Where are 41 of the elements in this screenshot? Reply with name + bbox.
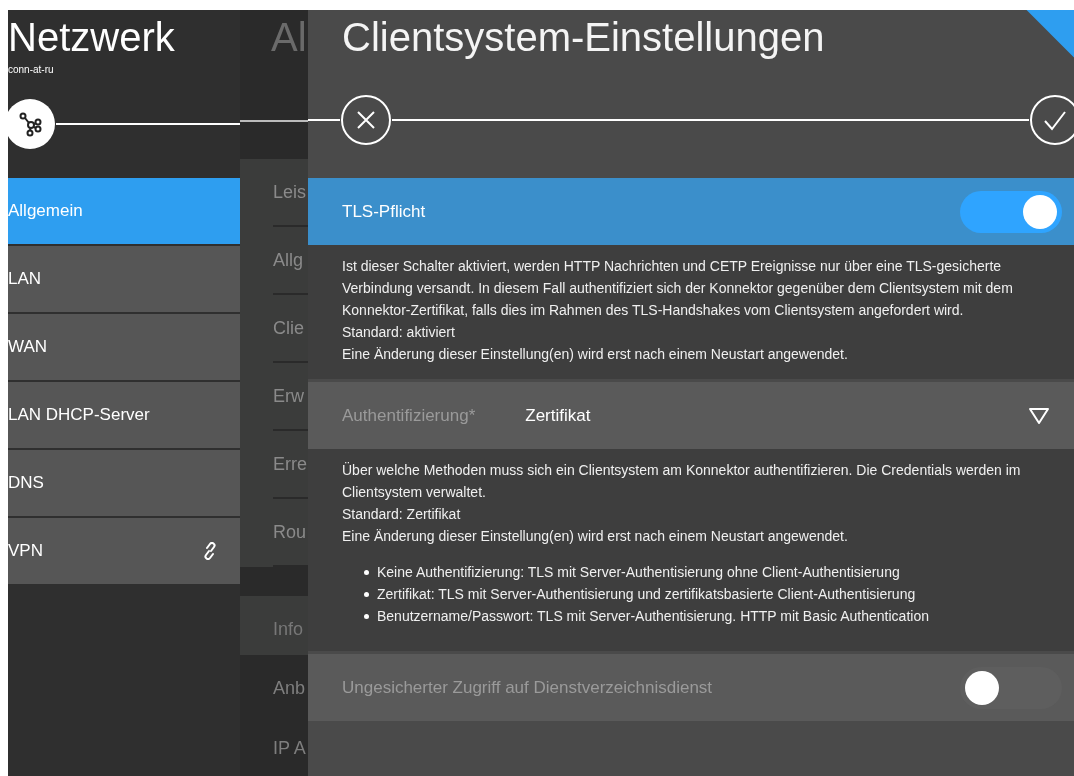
setting-row[interactable]: Ungesicherter Zugriff auf Dienstverzeichnisdienst [308,654,1074,721]
description-text: Standard: Zertifikat [342,505,462,524]
setting-label: Authentifizierung* [342,405,476,426]
nav-label: LAN DHCP-Server [8,405,150,425]
info-tab[interactable]: Info [240,595,308,655]
bullet-text: Keine Authentifizierung: TLS mit Server-Authentisierung ohne Client-Authentisierung [377,563,900,582]
nav-item[interactable]: Allgemein [8,178,240,246]
nav-label: VPN [8,541,43,561]
dialog-title: Clientsystem-Einstellungen [342,14,825,61]
bullet-dot [364,569,369,575]
confirm-icon[interactable] [1029,94,1074,146]
nav-label: LAN [8,269,42,289]
nav-item[interactable]: VPN [8,518,240,586]
nav-item[interactable]: LAN DHCP-Server [8,382,240,450]
nav-label: DNS [8,473,44,493]
page-title: Netzwerk [8,14,176,61]
section-title: Al [270,14,308,61]
nav-label: WAN [8,337,48,357]
device-name: conn-at-ru [8,64,55,76]
bullet-text: Benutzername/Passwort: TLS mit Server-Authentisierung. HTTP mit Basic Authentication [377,607,929,626]
nav-label: Allgemein [8,201,83,221]
setting-row[interactable]: Authentifizierung* Zertifikat [308,382,1074,449]
dropdown-caret-icon[interactable] [1028,406,1050,425]
setting-label: Ungesicherter Zugriff auf Dienstverzeichnisdienst [342,677,713,698]
bullet-dot [364,591,369,597]
description-text: Eine Änderung dieser Einstellung(en) wird erst nach einem Neustart angewendet. [342,345,849,364]
toggle-switch[interactable] [960,190,1062,233]
bullet-text: Zertifikat: TLS mit Server-Authentisierung und zertifikatsbasierte Client-Authentisierung [377,585,916,604]
description-text: Über welche Methoden muss sich ein Clientsystem am Konnektor authentifizieren. Die Credentials werden im Clientsystem verwaltet. [342,461,1022,502]
select-value[interactable]: Zertifikat [525,405,591,426]
nav-item[interactable]: DNS [8,450,240,518]
setting-row[interactable]: TLS-Pflicht [308,178,1074,245]
description-text: Ist dieser Schalter aktiviert, werden HTTP Nachrichten und CETP Ereignisse nur über eine TLS-gesicherte Verbindung versandt. In diesem Fall authentifiziert sich der Konnektor gegenüber dem Clientsystem mit dem Konnektor-Zertifikat, falls dies im Rahmen des TLS-Handshakes vom Clientsystem angefordert wird. [342,257,1014,320]
description-text: Standard: aktiviert [342,323,456,342]
nav-item[interactable]: LAN [8,246,240,314]
setting-label: TLS-Pflicht [342,201,426,222]
nav-item[interactable]: WAN [8,314,240,382]
bullet-dot [364,613,369,619]
network-node-icon[interactable] [8,98,56,150]
close-icon[interactable] [340,94,392,146]
description-text: Eine Änderung dieser Einstellung(en) wird erst nach einem Neustart angewendet. [342,527,849,546]
